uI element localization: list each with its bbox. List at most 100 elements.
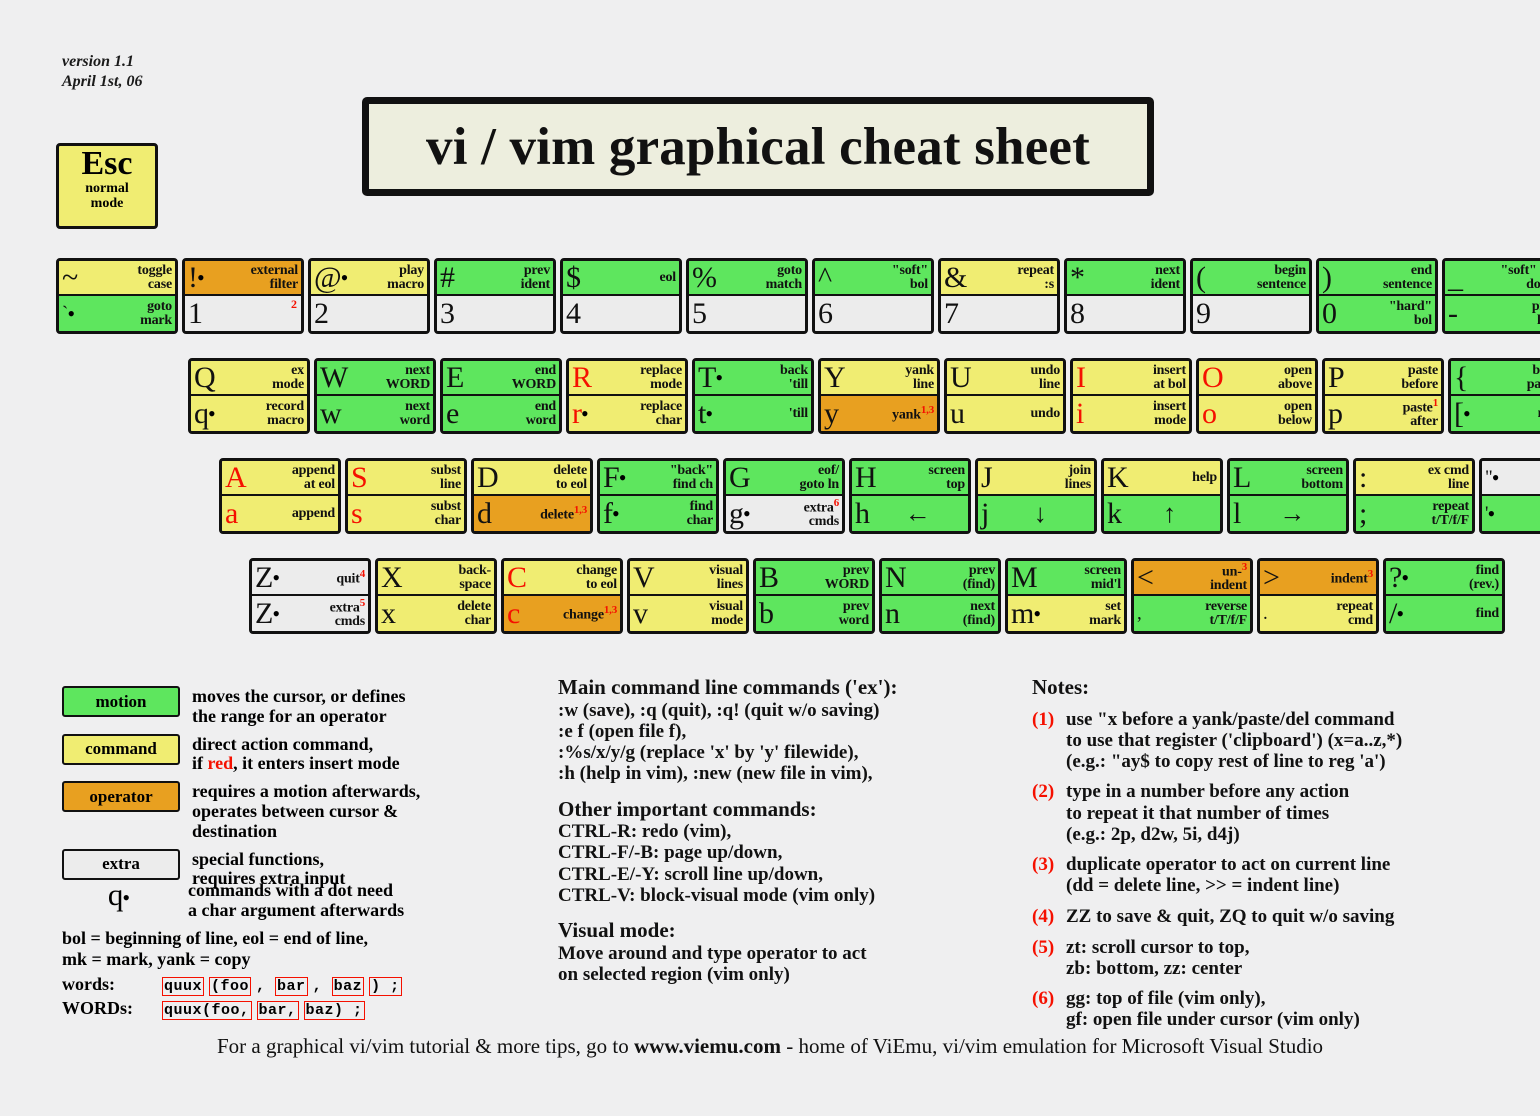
keyboard-key[interactable]: T • back'till t •'till <box>692 358 814 434</box>
key-half-upper[interactable]: Lscreen bottom <box>1230 461 1346 496</box>
keyboard-key[interactable]: Bprev WORD b prev word <box>753 558 875 634</box>
keyboard-key[interactable]: "•reg.1spec'•gotomk. bol <box>1479 458 1540 534</box>
key-half-upper[interactable]: Wnext WORD <box>317 361 433 396</box>
keyboard-key[interactable]: @ • play macro 2 <box>308 258 430 334</box>
keyboard-key[interactable]: ? • find (rev.) / • find <box>1383 558 1505 634</box>
keyboard-key[interactable]: Khelp k ↑ <box>1101 458 1223 534</box>
key-half-lower[interactable]: ` • goto mark <box>59 296 175 331</box>
key-half-lower[interactable]: n next (find) <box>882 596 998 631</box>
key-half-upper[interactable]: > indent3 <box>1260 561 1376 596</box>
key-half-upper[interactable]: ^ "soft" bol <box>815 261 931 296</box>
key-half-upper[interactable]: {beginparag. <box>1451 361 1540 396</box>
keyboard-key[interactable]: Jjoin lines j ↓ <box>975 458 1097 534</box>
keyboard-key[interactable]: * next ident 8 <box>1064 258 1186 334</box>
key-half-upper[interactable]: Xback-space <box>378 561 494 596</box>
keyboard-key[interactable]: Uundo line u undo <box>944 358 1066 434</box>
key-esc[interactable]: Esc normal mode <box>56 143 158 229</box>
key-half-lower[interactable]: u undo <box>947 396 1063 431</box>
keyboard-key[interactable]: ~ toggle case ` • goto mark <box>56 258 178 334</box>
keyboard-key[interactable]: Lscreen bottom l → <box>1227 458 1349 534</box>
key-half-lower[interactable]: s subst char <box>348 496 464 531</box>
key-half-lower[interactable]: o open below <box>1199 396 1315 431</box>
keyboard-key[interactable]: Wnext WORD w next word <box>314 358 436 434</box>
key-half-upper[interactable]: Ddelete to eol <box>474 461 590 496</box>
key-half-lower[interactable]: Z • extra5 cmds <box>252 596 368 631</box>
key-half-upper[interactable]: Yyank line <box>821 361 937 396</box>
keyboard-key[interactable]: & repeat:s 7 <box>938 258 1060 334</box>
key-half-upper[interactable]: & repeat:s <box>941 261 1057 296</box>
key-half-lower[interactable]: - prevline <box>1445 296 1540 331</box>
keyboard-key[interactable]: > indent3 . repeat cmd <box>1257 558 1379 634</box>
key-half-upper[interactable]: Iinsert at bol <box>1073 361 1189 396</box>
keyboard-key[interactable]: : ex cmd line; repeat t/T/f/F <box>1353 458 1475 534</box>
key-half-upper[interactable]: Uundo line <box>947 361 1063 396</box>
keyboard-key[interactable]: (begin sentence 9 <box>1190 258 1312 334</box>
keyboard-key[interactable]: _ "soft" boldown - prevline <box>1442 258 1540 334</box>
key-half-lower[interactable]: w next word <box>317 396 433 431</box>
keyboard-key[interactable]: ! • external filter 1 2 <box>182 258 304 334</box>
keyboard-key[interactable]: F • "back" find ch f • find char <box>597 458 719 534</box>
key-half-lower[interactable]: 6 <box>815 296 931 331</box>
keyboard-key[interactable]: ) end sentence 0 "hard" bol <box>1316 258 1438 334</box>
key-half-lower[interactable]: f • find char <box>600 496 716 531</box>
key-half-lower[interactable]: h ← <box>852 496 968 531</box>
keyboard-key[interactable]: Geof/goto ln g • extra6 cmds <box>723 458 845 534</box>
key-half-upper[interactable]: Z • quit4 <box>252 561 368 596</box>
key-half-lower[interactable]: r • replace char <box>569 396 685 431</box>
keyboard-key[interactable]: Nprev (find) n next (find) <box>879 558 1001 634</box>
keyboard-key[interactable]: Cchange to eol c change1,3 <box>501 558 623 634</box>
key-half-lower[interactable]: 7 <box>941 296 1057 331</box>
key-half-upper[interactable]: # prev ident <box>437 261 553 296</box>
keyboard-key[interactable]: Hscreen top h ← <box>849 458 971 534</box>
keyboard-key[interactable]: Z • quit4 Z • extra5 cmds <box>249 558 371 634</box>
key-half-upper[interactable]: Khelp <box>1104 461 1220 496</box>
key-half-upper[interactable]: Ppaste before <box>1325 361 1441 396</box>
keyboard-key[interactable]: # prev ident 3 <box>434 258 556 334</box>
keyboard-key[interactable]: ^ "soft" bol 6 <box>812 258 934 334</box>
key-half-upper[interactable]: Hscreen top <box>852 461 968 496</box>
keyboard-key[interactable]: {beginparag. [•misc <box>1448 358 1540 434</box>
key-half-upper[interactable]: ! • external filter <box>185 261 301 296</box>
key-half-lower[interactable]: i insert mode <box>1073 396 1189 431</box>
key-half-upper[interactable]: Ssubst line <box>348 461 464 496</box>
key-half-lower[interactable]: a append <box>222 496 338 531</box>
keyboard-key[interactable]: % goto match 5 <box>686 258 808 334</box>
key-half-lower[interactable]: , reverse t/T/f/F <box>1134 596 1250 631</box>
key-half-lower[interactable]: l → <box>1230 496 1346 531</box>
key-half-upper[interactable]: Nprev (find) <box>882 561 998 596</box>
key-half-upper[interactable]: "•reg.1spec <box>1482 461 1540 496</box>
key-half-upper[interactable]: Vvisual lines <box>630 561 746 596</box>
keyboard-key[interactable]: Aappend at eol a append <box>219 458 341 534</box>
key-half-upper[interactable]: ~ toggle case <box>59 261 175 296</box>
keyboard-key[interactable]: Eend WORD e end word <box>440 358 562 434</box>
key-half-upper[interactable]: Bprev WORD <box>756 561 872 596</box>
key-half-lower[interactable]: x delete char <box>378 596 494 631</box>
key-half-lower[interactable]: v visual mode <box>630 596 746 631</box>
key-half-upper[interactable]: Qex mode <box>191 361 307 396</box>
key-half-lower[interactable]: 9 <box>1193 296 1309 331</box>
key-half-lower[interactable]: 12 <box>185 296 301 331</box>
keyboard-key[interactable]: Yyank line y yank1,3 <box>818 358 940 434</box>
key-half-upper[interactable]: _ "soft" boldown <box>1445 261 1540 296</box>
key-half-lower[interactable]: / • find <box>1386 596 1502 631</box>
key-half-upper[interactable]: % goto match <box>689 261 805 296</box>
key-half-lower[interactable]: d delete1,3 <box>474 496 590 531</box>
keyboard-key[interactable]: Ddelete to eol d delete1,3 <box>471 458 593 534</box>
keyboard-key[interactable]: $ eol 4 <box>560 258 682 334</box>
key-half-upper[interactable]: Aappend at eol <box>222 461 338 496</box>
keyboard-key[interactable]: Ppaste before p paste1 after <box>1322 358 1444 434</box>
key-half-upper[interactable]: T • back'till <box>695 361 811 396</box>
key-half-lower[interactable]: m • set mark <box>1008 596 1124 631</box>
key-half-upper[interactable]: $ eol <box>563 261 679 296</box>
key-half-upper[interactable]: ? • find (rev.) <box>1386 561 1502 596</box>
key-half-lower[interactable]: 0 "hard" bol <box>1319 296 1435 331</box>
key-half-lower[interactable]: 4 <box>563 296 679 331</box>
key-half-lower[interactable]: '•gotomk. bol <box>1482 496 1540 531</box>
key-half-lower[interactable]: p paste1 after <box>1325 396 1441 431</box>
keyboard-key[interactable]: Iinsert at bol i insert mode <box>1070 358 1192 434</box>
key-half-upper[interactable]: ) end sentence <box>1319 261 1435 296</box>
keyboard-key[interactable]: Vvisual lines v visual mode <box>627 558 749 634</box>
key-half-lower[interactable]: 2 <box>311 296 427 331</box>
keyboard-key[interactable]: Xback-space x delete char <box>375 558 497 634</box>
key-half-lower[interactable]: q • record macro <box>191 396 307 431</box>
